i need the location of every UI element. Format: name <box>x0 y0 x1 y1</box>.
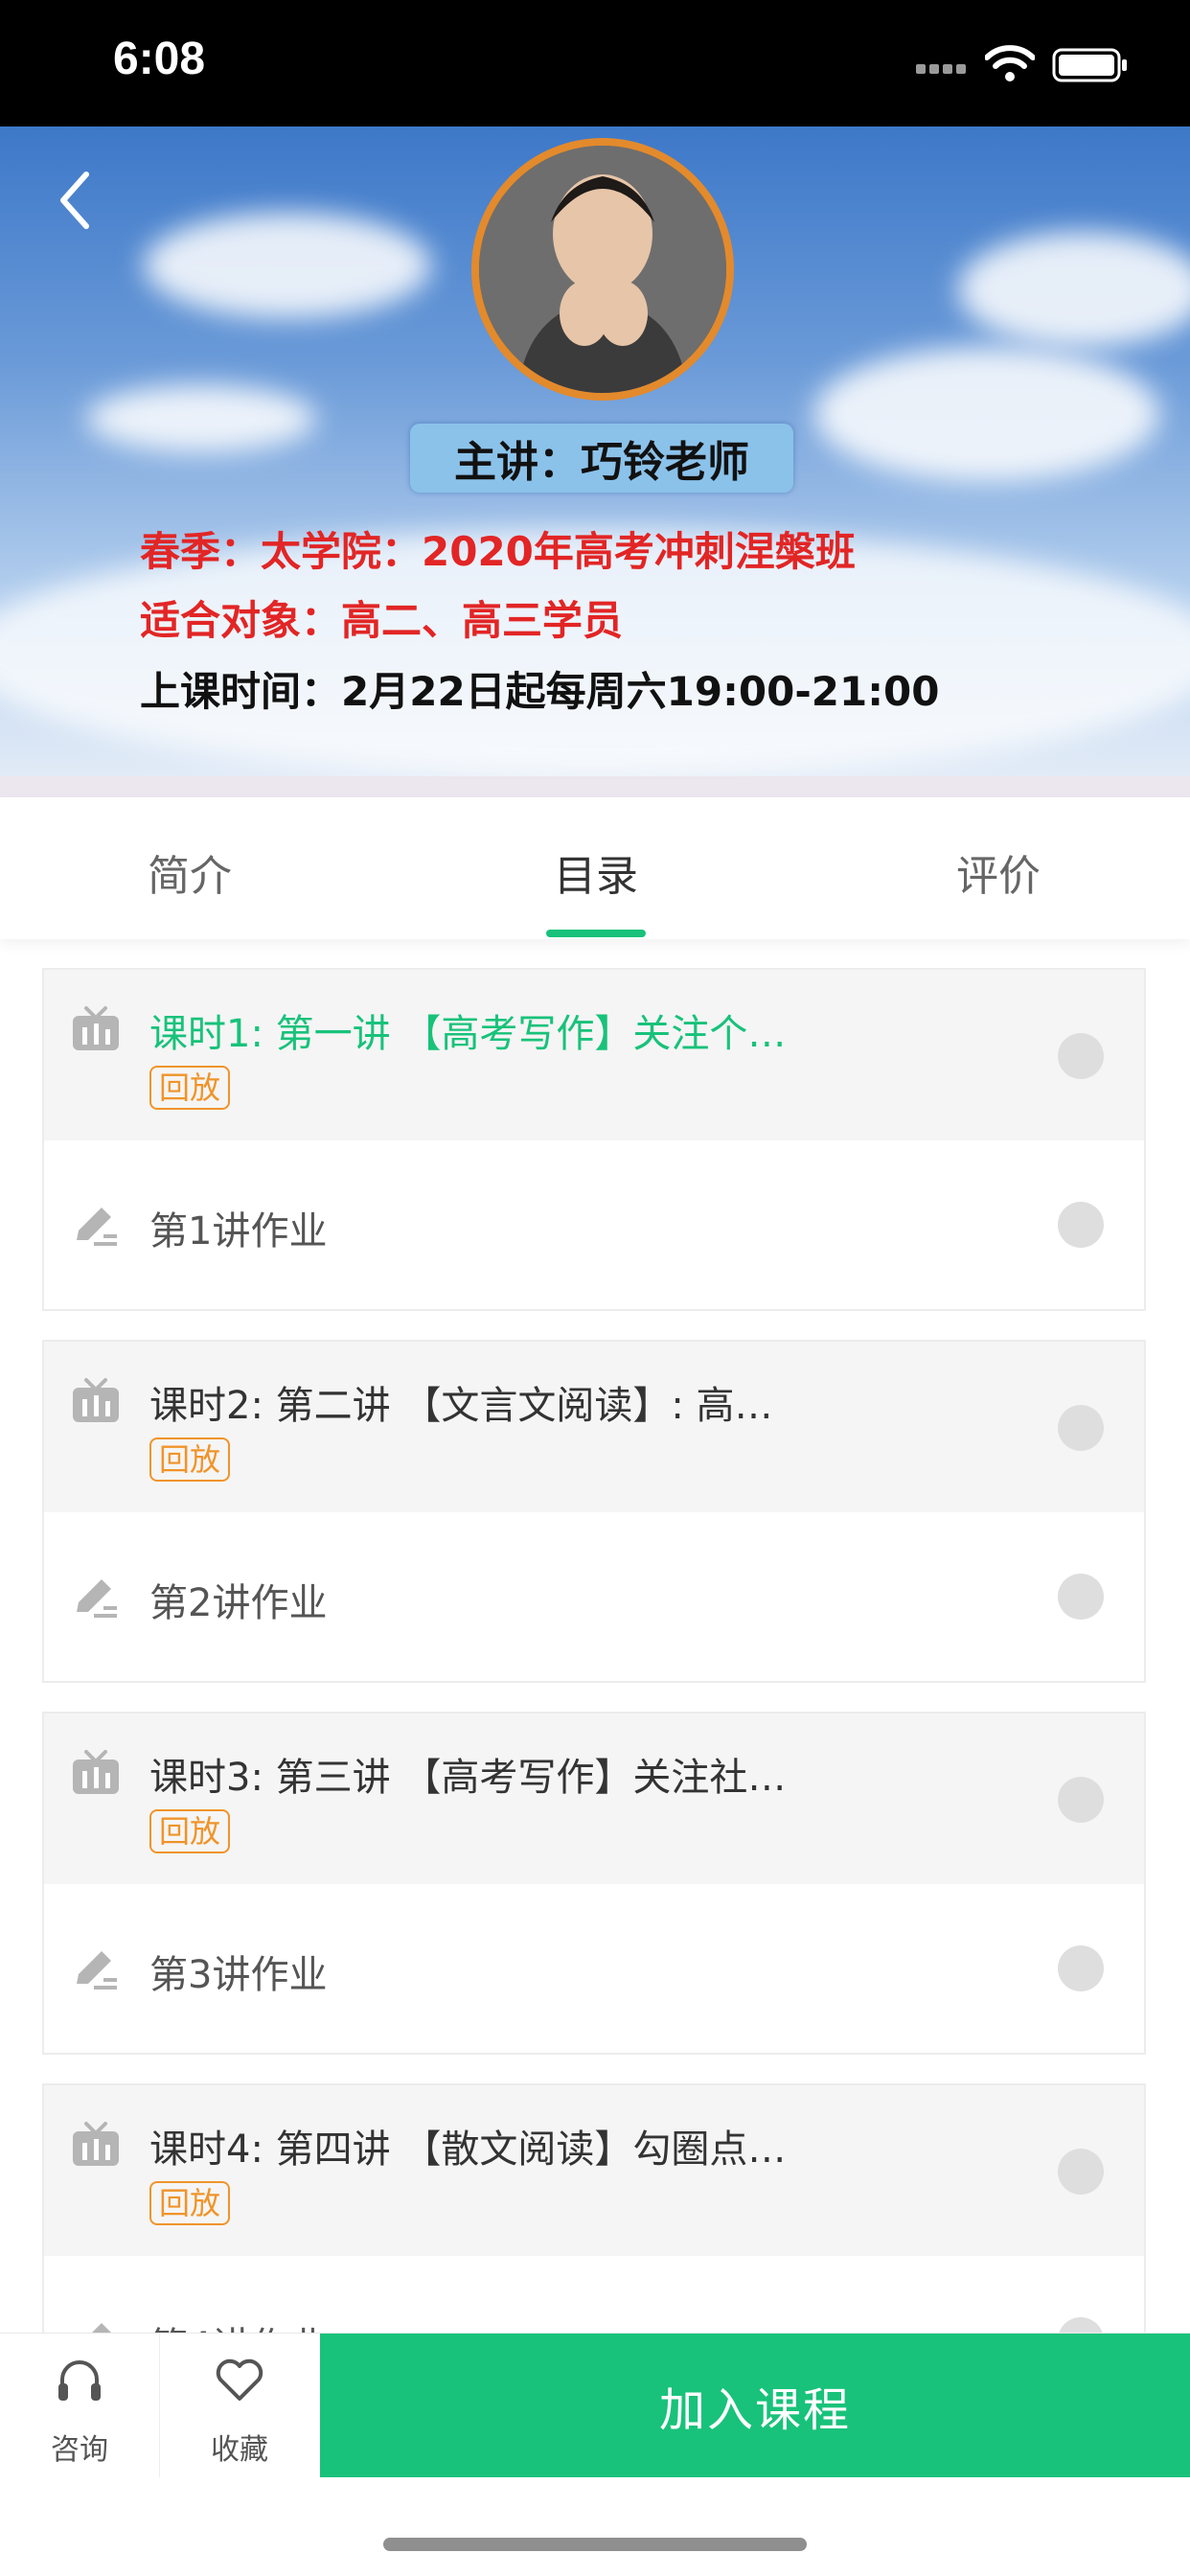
progress-status-dot <box>1058 1945 1104 1991</box>
favorite-button[interactable]: 收藏 <box>160 2334 319 2477</box>
homework-row-3[interactable]: 第3讲作业 <box>44 1884 1144 2053</box>
lesson-group: 课时2: 第二讲 【文言文阅读】: 高… 回放 第2讲作业 <box>42 1340 1146 1683</box>
cellular-signal-icon <box>916 59 970 78</box>
progress-status-dot <box>1058 2149 1104 2195</box>
banner-divider <box>0 776 1190 797</box>
tab-reviews[interactable]: 评价 <box>903 841 1094 903</box>
lesson-row-1[interactable]: 课时1: 第一讲 【高考写作】关注个… 回放 <box>44 970 1144 1140</box>
tab-catalog[interactable]: 目录 <box>500 841 692 903</box>
tv-icon <box>73 1378 119 1422</box>
replay-badge: 回放 <box>149 2181 231 2225</box>
lesson-group: 课时3: 第三讲 【高考写作】关注社… 回放 第3讲作业 <box>42 1712 1146 2055</box>
cloud-decoration <box>144 213 431 318</box>
homework-label: 第2讲作业 <box>149 1581 328 1625</box>
wifi-icon <box>985 45 1035 81</box>
lesson-row-3[interactable]: 课时3: 第三讲 【高考写作】关注社… 回放 <box>44 1714 1144 1884</box>
tv-icon <box>73 1006 119 1050</box>
homework-row-1[interactable]: 第1讲作业 <box>44 1140 1144 1309</box>
consult-button[interactable]: 咨询 <box>0 2334 159 2477</box>
course-name: 春季：太学院：2020年高考冲刺涅槃班 <box>140 528 856 575</box>
progress-status-dot <box>1058 1033 1104 1079</box>
teacher-avatar <box>471 138 734 401</box>
replay-badge: 回放 <box>149 1438 231 1482</box>
lesson-title: 课时4: 第四讲 【散文阅读】勾圈点… <box>149 2128 787 2172</box>
homework-label: 第1讲作业 <box>149 1209 328 1254</box>
pencil-icon <box>77 1951 117 1990</box>
tv-icon <box>73 1750 119 1794</box>
course-banner: 主讲：巧铃老师 春季：太学院：2020年高考冲刺涅槃班 适合对象：高二、高三学员… <box>0 126 1190 797</box>
home-indicator <box>383 2538 807 2551</box>
lesson-title: 课时1: 第一讲 【高考写作】关注个… <box>149 1012 787 1056</box>
cloud-decoration <box>814 347 1159 481</box>
progress-status-dot <box>1058 1405 1104 1451</box>
status-bar: 6:08 <box>0 0 1190 126</box>
cloud-decoration <box>86 385 316 452</box>
teacher-portrait-icon <box>479 146 726 393</box>
target-audience: 适合对象：高二、高三学员 <box>140 597 624 644</box>
replay-badge: 回放 <box>149 1809 231 1853</box>
lesson-group: 课时1: 第一讲 【高考写作】关注个… 回放 第1讲作业 <box>42 968 1146 1311</box>
class-schedule: 上课时间：2月22日起每周六19:00-21:00 <box>140 668 940 715</box>
lesson-row-2[interactable]: 课时2: 第二讲 【文言文阅读】: 高… 回放 <box>44 1342 1144 1512</box>
join-course-button[interactable]: 加入课程 <box>320 2334 1190 2477</box>
progress-status-dot <box>1058 1777 1104 1823</box>
favorite-label: 收藏 <box>211 2433 268 2467</box>
pencil-icon <box>77 1579 117 1618</box>
replay-badge: 回放 <box>149 1066 231 1110</box>
tab-intro[interactable]: 简介 <box>94 841 286 903</box>
teacher-label: 主讲：巧铃老师 <box>410 424 793 493</box>
lesson-title: 课时3: 第三讲 【高考写作】关注社… <box>149 1756 787 1800</box>
lesson-title: 课时2: 第二讲 【文言文阅读】: 高… <box>149 1384 773 1428</box>
cloud-decoration <box>958 232 1190 347</box>
pencil-icon <box>77 1208 117 1246</box>
tv-icon <box>73 2122 119 2166</box>
homework-label: 第3讲作业 <box>149 1953 328 1997</box>
progress-status-dot <box>1058 1574 1104 1620</box>
back-button[interactable] <box>48 165 102 236</box>
status-time: 6:08 <box>113 34 206 84</box>
lesson-list: 课时1: 第一讲 【高考写作】关注个… 回放 第1讲作业 课时2: 第二讲 【文… <box>42 968 1146 2455</box>
lesson-row-4[interactable]: 课时4: 第四讲 【散文阅读】勾圈点… 回放 <box>44 2085 1144 2256</box>
active-tab-indicator <box>546 930 646 937</box>
progress-status-dot <box>1058 1202 1104 1248</box>
consult-label: 咨询 <box>51 2433 108 2467</box>
tab-bar: 简介 目录 评价 <box>0 797 1190 939</box>
homework-row-2[interactable]: 第2讲作业 <box>44 1512 1144 1681</box>
bottom-action-bar: 咨询 收藏 加入课程 <box>0 2333 1190 2477</box>
heart-icon <box>216 2358 263 2401</box>
headset-icon <box>58 2360 101 2401</box>
battery-icon <box>1052 48 1127 82</box>
